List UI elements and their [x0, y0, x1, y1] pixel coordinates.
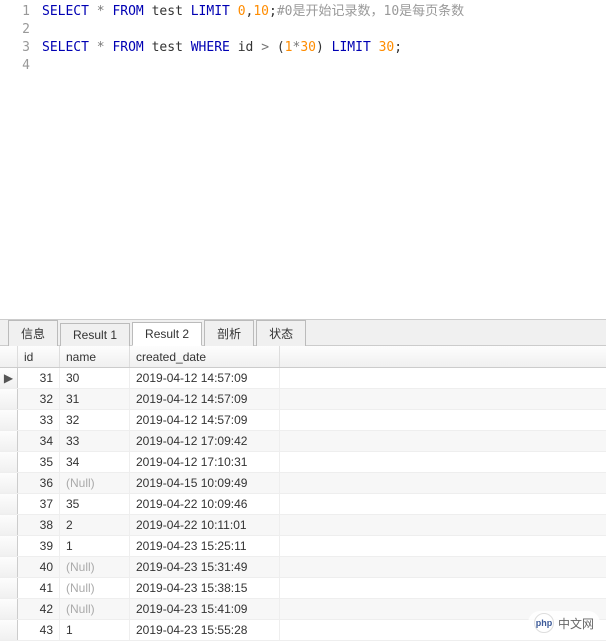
column-header-created-date[interactable]: created_date — [130, 346, 280, 367]
editor-content[interactable]: SELECT * FROM test LIMIT 0,10;#0是开始记录数，1… — [38, 0, 606, 319]
cell-name[interactable]: 35 — [60, 494, 130, 514]
row-indicator-icon — [0, 410, 18, 430]
cell-id[interactable]: 33 — [18, 410, 60, 430]
keyword-from: FROM — [112, 4, 143, 19]
cell-id[interactable]: 40 — [18, 557, 60, 577]
cell-created-date[interactable]: 2019-04-12 14:57:09 — [130, 410, 280, 430]
cell-created-date[interactable]: 2019-04-12 17:10:31 — [130, 452, 280, 472]
result-grid[interactable]: id name created_date ▶31302019-04-12 14:… — [0, 346, 606, 641]
table-row[interactable]: 41(Null)2019-04-23 15:38:15 — [0, 578, 606, 599]
cell-id[interactable]: 36 — [18, 473, 60, 493]
cell-name[interactable]: (Null) — [60, 473, 130, 493]
table-row[interactable]: ▶31302019-04-12 14:57:09 — [0, 368, 606, 389]
cell-created-date[interactable]: 2019-04-23 15:55:28 — [130, 620, 280, 640]
cell-id[interactable]: 41 — [18, 578, 60, 598]
cell-id[interactable]: 42 — [18, 599, 60, 619]
cell-name[interactable]: (Null) — [60, 599, 130, 619]
table-row[interactable]: 40(Null)2019-04-23 15:31:49 — [0, 557, 606, 578]
row-indicator-icon — [0, 473, 18, 493]
column-header-id[interactable]: id — [18, 346, 60, 367]
cell-name[interactable]: 2 — [60, 515, 130, 535]
watermark-text: 中文网 — [558, 615, 594, 632]
row-indicator-icon — [0, 452, 18, 472]
line-number: 1 — [0, 3, 30, 21]
row-indicator-icon — [0, 620, 18, 640]
cell-name[interactable]: 34 — [60, 452, 130, 472]
cell-id[interactable]: 37 — [18, 494, 60, 514]
grid-body: ▶31302019-04-12 14:57:0932312019-04-12 1… — [0, 368, 606, 641]
watermark: php 中文网 — [528, 611, 600, 635]
table-row[interactable]: 4312019-04-23 15:55:28 — [0, 620, 606, 641]
cell-name[interactable]: 1 — [60, 536, 130, 556]
sql-comment: #0是开始记录数，10是每页条数 — [277, 4, 464, 19]
keyword-select: SELECT — [42, 40, 89, 55]
table-row[interactable]: 37352019-04-22 10:09:46 — [0, 494, 606, 515]
cell-created-date[interactable]: 2019-04-12 14:57:09 — [130, 368, 280, 388]
tab-status[interactable]: 状态 — [256, 320, 306, 346]
table-row[interactable]: 32312019-04-12 14:57:09 — [0, 389, 606, 410]
cell-created-date[interactable]: 2019-04-23 15:25:11 — [130, 536, 280, 556]
cell-created-date[interactable]: 2019-04-12 17:09:42 — [130, 431, 280, 451]
cell-created-date[interactable]: 2019-04-15 10:09:49 — [130, 473, 280, 493]
table-row[interactable]: 34332019-04-12 17:09:42 — [0, 431, 606, 452]
cell-name[interactable]: (Null) — [60, 578, 130, 598]
cell-name[interactable]: 31 — [60, 389, 130, 409]
cell-id[interactable]: 39 — [18, 536, 60, 556]
cell-created-date[interactable]: 2019-04-23 15:41:09 — [130, 599, 280, 619]
row-indicator-icon — [0, 389, 18, 409]
table-row[interactable]: 3912019-04-23 15:25:11 — [0, 536, 606, 557]
table-row[interactable]: 42(Null)2019-04-23 15:41:09 — [0, 599, 606, 620]
cell-name[interactable]: (Null) — [60, 557, 130, 577]
table-row[interactable]: 3822019-04-22 10:11:01 — [0, 515, 606, 536]
cell-name[interactable]: 30 — [60, 368, 130, 388]
row-indicator-icon: ▶ — [0, 368, 18, 388]
cell-id[interactable]: 35 — [18, 452, 60, 472]
column-header-name[interactable]: name — [60, 346, 130, 367]
tab-profile[interactable]: 剖析 — [204, 320, 254, 346]
sql-editor[interactable]: 1 2 3 4 SELECT * FROM test LIMIT 0,10;#0… — [0, 0, 606, 320]
cell-created-date[interactable]: 2019-04-12 14:57:09 — [130, 389, 280, 409]
editor-gutter: 1 2 3 4 — [0, 0, 38, 319]
cell-created-date[interactable]: 2019-04-22 10:11:01 — [130, 515, 280, 535]
cell-id[interactable]: 38 — [18, 515, 60, 535]
row-indicator-icon — [0, 494, 18, 514]
row-indicator-icon — [0, 599, 18, 619]
cell-created-date[interactable]: 2019-04-22 10:09:46 — [130, 494, 280, 514]
keyword-limit: LIMIT — [191, 4, 230, 19]
row-indicator-icon — [0, 578, 18, 598]
keyword-from: FROM — [112, 40, 143, 55]
row-indicator-icon — [0, 431, 18, 451]
keyword-select: SELECT — [42, 4, 89, 19]
result-tabs: 信息 Result 1 Result 2 剖析 状态 — [0, 320, 606, 346]
cell-id[interactable]: 43 — [18, 620, 60, 640]
row-indicator-header[interactable] — [0, 346, 18, 367]
line-number: 3 — [0, 39, 30, 57]
table-row[interactable]: 35342019-04-12 17:10:31 — [0, 452, 606, 473]
cell-name[interactable]: 32 — [60, 410, 130, 430]
row-indicator-icon — [0, 536, 18, 556]
cell-id[interactable]: 34 — [18, 431, 60, 451]
table-row[interactable]: 36(Null)2019-04-15 10:09:49 — [0, 473, 606, 494]
tab-info[interactable]: 信息 — [8, 320, 58, 346]
tab-result-2[interactable]: Result 2 — [132, 322, 202, 346]
cell-created-date[interactable]: 2019-04-23 15:31:49 — [130, 557, 280, 577]
cell-id[interactable]: 31 — [18, 368, 60, 388]
row-indicator-icon — [0, 515, 18, 535]
keyword-limit: LIMIT — [332, 40, 371, 55]
cell-id[interactable]: 32 — [18, 389, 60, 409]
line-number: 2 — [0, 21, 30, 39]
cell-name[interactable]: 1 — [60, 620, 130, 640]
row-indicator-icon — [0, 557, 18, 577]
cell-created-date[interactable]: 2019-04-23 15:38:15 — [130, 578, 280, 598]
keyword-where: WHERE — [191, 40, 230, 55]
cell-name[interactable]: 33 — [60, 431, 130, 451]
table-row[interactable]: 33322019-04-12 14:57:09 — [0, 410, 606, 431]
line-number: 4 — [0, 57, 30, 75]
tab-result-1[interactable]: Result 1 — [60, 323, 130, 346]
grid-header: id name created_date — [0, 346, 606, 368]
php-logo-icon: php — [534, 613, 554, 633]
